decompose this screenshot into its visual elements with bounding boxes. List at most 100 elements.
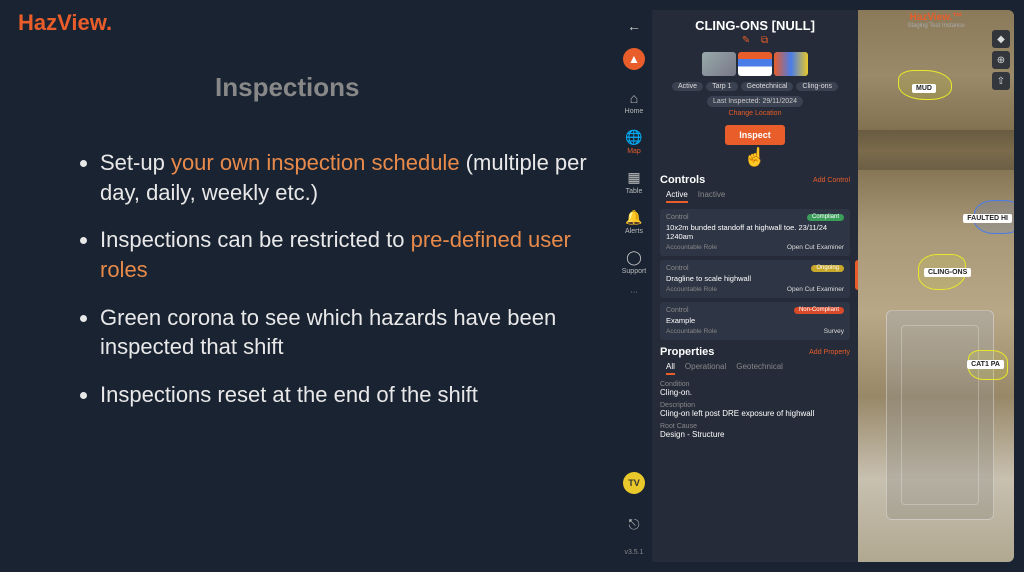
warning-icon[interactable]: ▲ <box>623 48 645 70</box>
app-screenshot: ← ▲ ⌂ Home 🌐 Map ▦ Table 🔔 Alerts ◯ Support ·… <box>616 10 1014 562</box>
control-card-2[interactable]: Control Ongoing Dragline to scale highwal… <box>660 260 850 298</box>
map-view[interactable]: HazView.™ Staging Test Instance ◆ ⊕ ⇧ MU… <box>858 10 1014 562</box>
property-condition: Condition Cling-on. <box>660 381 850 397</box>
bullet-2: Inspections can be restricted to pre-def… <box>100 225 600 284</box>
map-brand: HazView.™ <box>910 12 963 23</box>
version-label: v3.5.1 <box>624 549 643 556</box>
control-label: Control <box>666 307 689 314</box>
map-header: HazView.™ Staging Test Instance <box>858 12 1014 29</box>
prop-value: Design - Structure <box>660 430 850 439</box>
thumbnail-3[interactable] <box>774 52 808 76</box>
prop-label: Condition <box>660 381 850 388</box>
control-label: Control <box>666 265 689 272</box>
tab-all[interactable]: All <box>666 362 675 375</box>
back-icon[interactable]: ← <box>627 18 641 34</box>
tv-badge[interactable]: TV <box>623 472 645 494</box>
role-value: Open Cut Examiner <box>787 244 844 251</box>
more-icon: ··· <box>631 289 638 296</box>
inspect-button[interactable]: Inspect <box>725 125 785 145</box>
add-control-link[interactable]: Add Control <box>813 177 850 184</box>
exit-icon[interactable]: ⎋ <box>628 516 639 533</box>
control-card-1[interactable]: ControlCompliant 10x2m bunded standoff a… <box>660 209 850 256</box>
controls-heading: Controls <box>660 174 705 186</box>
bullet-1-highlight: your own inspection schedule <box>171 150 460 175</box>
detail-panel: CLING-ONS [NULL] ✎ ⧉ Active Tarp 1 Geote… <box>652 10 858 562</box>
control-label: Control <box>666 214 689 221</box>
sidebar-label-table: Table <box>626 188 643 195</box>
sidebar-label-support: Support <box>622 268 647 275</box>
thumbnail-2[interactable] <box>738 52 772 76</box>
slide-title: Inspections <box>215 72 359 103</box>
prop-value: Cling-on left post DRE exposure of highw… <box>660 409 850 418</box>
last-inspected: Last Inspected: 29/11/2024 <box>707 96 803 107</box>
app-sidebar: ← ▲ ⌂ Home 🌐 Map ▦ Table 🔔 Alerts ◯ Support ·… <box>616 10 652 562</box>
tag-geotech[interactable]: Geotechnical <box>741 82 794 91</box>
role-value: Open Cut Examiner <box>787 286 844 293</box>
change-location-link[interactable]: Change Location <box>660 110 850 117</box>
bullet-1: Set-up your own inspection schedule (mul… <box>100 148 600 207</box>
sidebar-item-home[interactable]: ⌂ Home <box>625 90 644 115</box>
bullet-1-a: Set-up <box>100 150 171 175</box>
north-icon[interactable]: ⇧ <box>992 72 1010 90</box>
prop-label: Root Cause <box>660 423 850 430</box>
map-road <box>858 130 1014 170</box>
support-icon: ◯ <box>622 249 647 266</box>
properties-heading: Properties <box>660 346 714 358</box>
bullet-3: Green corona to see which hazards have b… <box>100 303 600 362</box>
table-icon: ▦ <box>626 169 643 186</box>
add-property-link[interactable]: Add Property <box>809 349 850 356</box>
status-compliant: Compliant <box>807 214 844 221</box>
control-desc: Dragline to scale highwall <box>666 274 844 283</box>
role-label: Accountable Role <box>666 244 717 251</box>
map-subtitle: Staging Test Instance <box>858 23 1014 29</box>
role-label: Accountable Role <box>666 286 717 293</box>
tag-row: Active Tarp 1 Geotechnical Cling-ons <box>660 82 850 91</box>
pointer-hand-icon: ☝ <box>660 147 850 168</box>
sidebar-label-alerts: Alerts <box>625 228 643 235</box>
controls-tabs: Active Inactive <box>660 190 850 203</box>
hazard-label-faulted: FAULTED HI <box>963 214 1012 223</box>
hazard-label-mud: MUD <box>912 84 936 93</box>
tab-active[interactable]: Active <box>666 190 688 203</box>
edit-icon[interactable]: ✎ <box>742 35 750 46</box>
tag-clingons[interactable]: Cling-ons <box>796 82 838 91</box>
control-desc: Example <box>666 316 844 325</box>
control-card-3[interactable]: Control Non-Compliant Example Accountable… <box>660 302 850 340</box>
prop-value: Cling-on. <box>660 388 850 397</box>
role-label: Accountable Role <box>666 328 717 335</box>
copy-icon[interactable]: ⧉ <box>761 35 768 46</box>
tab-operational[interactable]: Operational <box>685 362 726 375</box>
tag-tarp[interactable]: Tarp 1 <box>706 82 737 91</box>
status-noncompliant: Non-Compliant <box>794 307 844 314</box>
sidebar-label-home: Home <box>625 108 644 115</box>
property-root-cause: Root Cause Design - Structure <box>660 423 850 439</box>
globe-icon: 🌐 <box>625 129 642 146</box>
status-ongoing: Ongoing <box>811 265 844 272</box>
hazard-label-cat1: CAT1 PA <box>967 360 1004 369</box>
tab-inactive[interactable]: Inactive <box>698 190 726 203</box>
property-tabs: All Operational Geotechnical <box>660 362 850 375</box>
hazard-label-clingons: CLING-ONS <box>924 268 971 277</box>
role-value: Survey <box>824 328 844 335</box>
sidebar-item-more[interactable]: ··· <box>631 289 638 296</box>
tag-active[interactable]: Active <box>672 82 703 91</box>
sidebar-item-map[interactable]: 🌐 Map <box>625 129 642 155</box>
thumbnail-row <box>660 52 850 76</box>
bullet-2-a: Inspections can be restricted to <box>100 227 411 252</box>
title-actions: ✎ ⧉ <box>660 35 850 46</box>
sidebar-label-map: Map <box>627 148 641 155</box>
panel-title: CLING-ONS [NULL] <box>660 18 850 33</box>
tab-geotechnical[interactable]: Geotechnical <box>736 362 783 375</box>
brand-logo: HazView. <box>18 10 112 36</box>
thumbnail-1[interactable] <box>702 52 736 76</box>
property-description: Description Cling-on left post DRE expos… <box>660 402 850 418</box>
sidebar-item-support[interactable]: ◯ Support <box>622 249 647 275</box>
layers-icon[interactable]: ◆ <box>992 30 1010 48</box>
map-controls: ◆ ⊕ ⇧ <box>992 30 1010 90</box>
sidebar-item-table[interactable]: ▦ Table <box>626 169 643 195</box>
bullet-4: Inspections reset at the end of the shif… <box>100 380 600 410</box>
home-icon: ⌂ <box>625 90 644 106</box>
bell-icon: 🔔 <box>625 209 643 226</box>
locate-icon[interactable]: ⊕ <box>992 51 1010 69</box>
sidebar-item-alerts[interactable]: 🔔 Alerts <box>625 209 643 235</box>
